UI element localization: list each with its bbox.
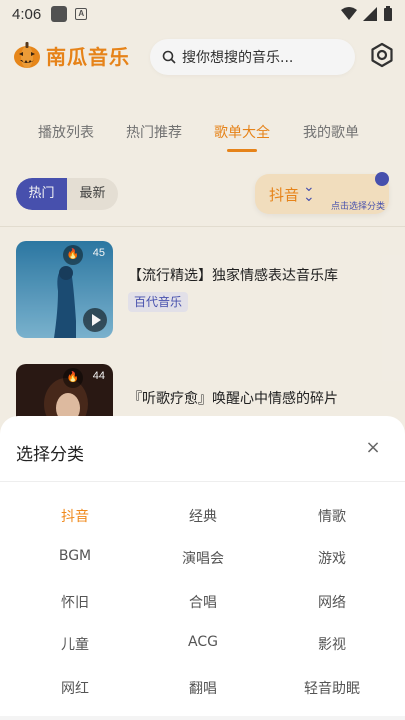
category-chorus[interactable]: 合唱 xyxy=(153,592,253,612)
close-icon[interactable]: × xyxy=(363,438,383,458)
sheet-title: 选择分类 xyxy=(16,445,84,465)
category-sheet: 选择分类 × 抖音 经典 情歌 BGM 演唱会 游戏 怀旧 合唱 网络 儿童 A… xyxy=(0,416,405,720)
category-love-songs[interactable]: 情歌 xyxy=(282,506,382,526)
category-douyin[interactable]: 抖音 xyxy=(25,506,125,526)
home-indicator xyxy=(0,716,405,720)
category-acg[interactable]: ACG xyxy=(153,634,253,650)
category-children[interactable]: 儿童 xyxy=(25,634,125,654)
category-concert[interactable]: 演唱会 xyxy=(153,548,253,568)
category-internet[interactable]: 网络 xyxy=(282,592,382,612)
category-bgm[interactable]: BGM xyxy=(25,548,125,564)
category-film-tv[interactable]: 影视 xyxy=(282,634,382,654)
category-influencer[interactable]: 网红 xyxy=(25,678,125,698)
category-classic[interactable]: 经典 xyxy=(153,506,253,526)
category-cover[interactable]: 翻唱 xyxy=(153,678,253,698)
sheet-divider xyxy=(0,481,405,482)
category-game[interactable]: 游戏 xyxy=(282,548,382,568)
category-light-sleep[interactable]: 轻音助眠 xyxy=(282,678,382,698)
category-nostalgia[interactable]: 怀旧 xyxy=(25,592,125,612)
